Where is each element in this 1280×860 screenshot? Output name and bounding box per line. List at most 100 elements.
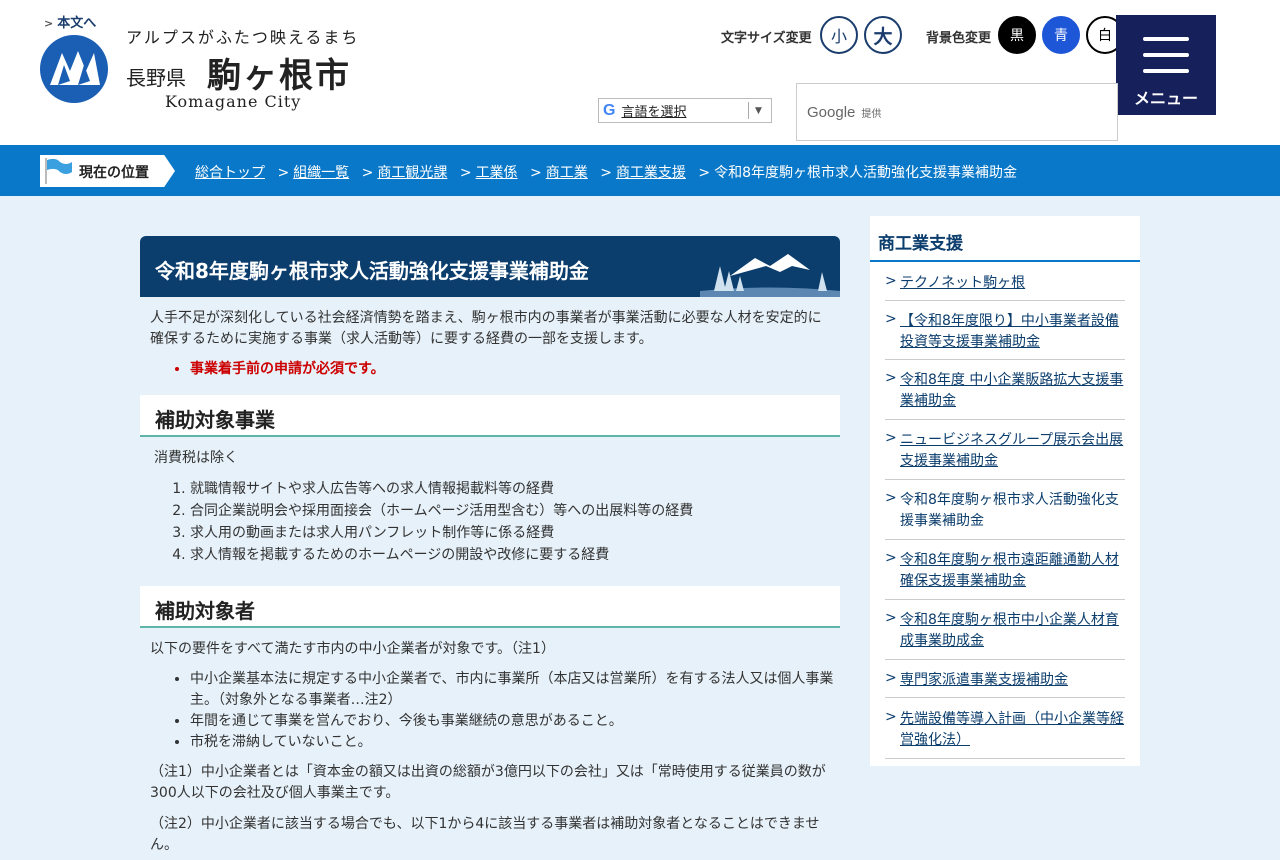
chevron-right-icon: > bbox=[885, 311, 897, 327]
section-heading-text: 補助対象者 bbox=[155, 599, 255, 623]
skip-to-content-link[interactable]: > 本文へ bbox=[44, 12, 96, 31]
site-header: > 本文へ アルプスがふたつ映えるまち 長野県 駒ヶ根市 Komagane Cit… bbox=[0, 0, 1280, 145]
sidebar-item: > 令和8年度駒ヶ根市中小企業人材育成事業助成金 bbox=[885, 600, 1125, 660]
chevron-right-icon: > bbox=[885, 550, 897, 566]
breadcrumb-separator-icon: > bbox=[600, 165, 612, 181]
chevron-right-icon: > bbox=[885, 670, 897, 686]
notice-item: 事業着手前の申請が必須です。 bbox=[190, 359, 840, 380]
hamburger-icon-bar bbox=[1143, 53, 1189, 57]
city-name[interactable]: 駒ヶ根市 bbox=[207, 48, 351, 97]
sidebar-link[interactable]: 専門家派遣事業支援補助金 bbox=[900, 670, 1125, 691]
chevron-right-icon: > bbox=[885, 610, 897, 626]
sidebar-link[interactable]: 先端設備等導入計画（中小企業等経営強化法） bbox=[900, 709, 1125, 751]
city-name-en: Komagane City bbox=[165, 92, 302, 111]
google-translate-icon: G bbox=[603, 101, 616, 119]
chevron-right-icon: > bbox=[44, 17, 54, 30]
breadcrumb-separator-icon: > bbox=[698, 165, 711, 181]
breadcrumb-link[interactable]: 総合トップ bbox=[195, 165, 265, 181]
chevron-right-icon: > bbox=[885, 430, 897, 446]
sidebar-title-text: 商工業支援 bbox=[878, 234, 963, 254]
sidebar-link[interactable]: 令和8年度駒ヶ根市遠距離通勤人材確保支援事業補助金 bbox=[900, 550, 1125, 592]
dropdown-arrow-icon: ▼ bbox=[748, 102, 768, 119]
breadcrumb-link[interactable]: 商工業支援 bbox=[616, 165, 686, 181]
sidebar-title: 商工業支援 bbox=[870, 216, 1140, 262]
bg-black-button[interactable]: 黒 bbox=[998, 16, 1036, 54]
sidebar-list: > テクノネット駒ヶ根 > 【令和8年度限り】中小事業者設備投資等支援事業補助金 >… bbox=[885, 262, 1125, 759]
font-large-button[interactable]: 大 bbox=[864, 16, 902, 54]
language-select[interactable]: G 言語を選択 ▼ bbox=[598, 98, 772, 123]
note-2: （注2）中小企業者に該当する場合でも、以下1から4に該当する事業者は補助対象者と… bbox=[150, 816, 820, 853]
hamburger-icon bbox=[1143, 37, 1189, 41]
chevron-right-icon: > bbox=[885, 273, 897, 289]
chevron-right-icon: > bbox=[885, 490, 897, 506]
sidebar-item: > 先端設備等導入計画（中小企業等経営強化法） bbox=[885, 698, 1125, 759]
prefecture-name: 長野県 bbox=[126, 66, 186, 90]
sidebar-item: > 専門家派遣事業支援補助金 bbox=[885, 660, 1125, 698]
sidebar-link-current[interactable]: 令和8年度駒ヶ根市求人活動強化支援事業補助金 bbox=[900, 490, 1125, 532]
breadcrumb-link[interactable]: 商工業 bbox=[546, 165, 588, 181]
breadcrumb-link[interactable]: 工業係 bbox=[476, 165, 518, 181]
breadcrumb-separator-icon: > bbox=[361, 165, 374, 181]
sidebar-item: > 令和8年度駒ヶ根市求人活動強化支援事業補助金 bbox=[885, 480, 1125, 540]
breadcrumb-separator-icon: > bbox=[459, 165, 472, 181]
sidebar-item: > 令和8年度 中小企業販路拡大支援事業補助金 bbox=[885, 360, 1125, 420]
notice-list: 事業着手前の申請が必須です。 bbox=[190, 359, 840, 380]
chevron-right-icon: > bbox=[885, 709, 897, 725]
sidebar-link[interactable]: 令和8年度駒ヶ根市中小企業人材育成事業助成金 bbox=[900, 610, 1125, 652]
site-search-input[interactable]: Google 提供 bbox=[796, 83, 1118, 141]
sidebar: 商工業支援 > テクノネット駒ヶ根 > 【令和8年度限り】中小事業者設備投資等支援事… bbox=[870, 216, 1140, 766]
bg-blue-button[interactable]: 青 bbox=[1042, 16, 1080, 54]
breadcrumb-current: 令和8年度駒ヶ根市求人活動強化支援事業補助金 bbox=[714, 165, 1018, 181]
list-item: 中小企業基本法に規定する中小企業者で、市内に事業所（本店又は営業所）を有する法人… bbox=[190, 669, 840, 711]
section-heading-text: 補助対象事業 bbox=[155, 408, 275, 432]
chevron-right-icon: > bbox=[885, 370, 897, 386]
sidebar-item: > ニュービジネスグループ展示会出展支援事業補助金 bbox=[885, 420, 1125, 480]
eligibility-intro: 以下の要件をすべて満たす市内の中小企業者が対象です。（注1） bbox=[150, 641, 555, 657]
sidebar-link[interactable]: 令和8年度 中小企業販路拡大支援事業補助金 bbox=[900, 370, 1125, 412]
list-item: 求人情報を掲載するためのホームページの開設や改修に要する経費 bbox=[190, 544, 840, 566]
page-title-banner: 令和8年度駒ヶ根市求人活動強化支援事業補助金 bbox=[140, 236, 840, 297]
flag-icon bbox=[45, 158, 72, 184]
language-select-label: 言語を選択 bbox=[621, 105, 687, 120]
hamburger-icon-bar bbox=[1143, 69, 1189, 73]
intro-paragraph: 人手不足が深刻化している社会経済情勢を踏まえ、駒ヶ根市内の事業者が事業活動に必要… bbox=[150, 310, 822, 347]
sidebar-link[interactable]: テクノネット駒ヶ根 bbox=[900, 273, 1125, 294]
skip-link-label: 本文へ bbox=[57, 16, 97, 31]
sidebar-item: > 令和8年度駒ヶ根市遠距離通勤人材確保支援事業補助金 bbox=[885, 540, 1125, 600]
tax-note: 消費税は除く bbox=[154, 450, 238, 466]
sidebar-item: > 【令和8年度限り】中小事業者設備投資等支援事業補助金 bbox=[885, 301, 1125, 360]
page-title: 令和8年度駒ヶ根市求人活動強化支援事業補助金 bbox=[155, 259, 589, 283]
breadcrumb-separator-icon: > bbox=[530, 165, 542, 181]
site-tagline: アルプスがふたつ映えるまち bbox=[126, 28, 360, 47]
breadcrumb-separator-icon: > bbox=[277, 165, 290, 181]
main-content: 令和8年度駒ヶ根市求人活動強化支援事業補助金 人手不足が深刻化している社会経済情… bbox=[140, 236, 840, 856]
font-size-label: 文字サイズ変更 bbox=[721, 31, 812, 46]
breadcrumb-link[interactable]: 商工観光課 bbox=[377, 165, 447, 181]
note-1: （注1）中小企業者とは「資本金の額又は出資の総額が3億円以下の会社」又は「常時使… bbox=[150, 764, 826, 801]
search-provided-label: 提供 bbox=[861, 108, 882, 120]
sidebar-item: > テクノネット駒ヶ根 bbox=[885, 262, 1125, 301]
breadcrumb-trail: 総合トップ > 組織一覧 > 商工観光課 > 工業係 > 商工業 > 商工業支援 > 令和8… bbox=[195, 162, 1017, 182]
breadcrumb-link[interactable]: 組織一覧 bbox=[293, 165, 349, 181]
menu-button[interactable]: メニュー bbox=[1116, 15, 1216, 115]
list-item: 年間を通じて事業を営んでおり、今後も事業継続の意思があること。 bbox=[190, 711, 840, 732]
menu-label: メニュー bbox=[1133, 89, 1198, 108]
eligibility-list: 中小企業基本法に規定する中小企業者で、市内に事業所（本店又は営業所）を有する法人… bbox=[190, 669, 840, 753]
breadcrumb: 現在の位置 総合トップ > 組織一覧 > 商工観光課 > 工業係 > 商工業 > 商工業支… bbox=[0, 145, 1280, 196]
breadcrumb-label: 現在の位置 bbox=[79, 165, 149, 181]
mountain-decoration-icon bbox=[700, 254, 840, 297]
breadcrumb-current-position-tab: 現在の位置 bbox=[40, 155, 175, 187]
list-item: 市税を滞納していないこと。 bbox=[190, 732, 840, 753]
city-emblem-icon[interactable] bbox=[40, 35, 108, 103]
list-item: 就職情報サイトや求人広告等への求人情報掲載料等の経費 bbox=[190, 478, 840, 500]
google-logo: Google bbox=[807, 103, 856, 121]
sidebar-link[interactable]: ニュービジネスグループ展示会出展支援事業補助金 bbox=[900, 430, 1125, 472]
background-color-label: 背景色変更 bbox=[926, 31, 992, 46]
list-item: 求人用の動画または求人用パンフレット制作等に係る経費 bbox=[190, 522, 840, 544]
sidebar-link[interactable]: 【令和8年度限り】中小事業者設備投資等支援事業補助金 bbox=[900, 311, 1125, 353]
section-heading: 補助対象事業 bbox=[140, 395, 840, 437]
section-heading: 補助対象者 bbox=[140, 586, 840, 628]
font-small-button[interactable]: 小 bbox=[820, 16, 858, 54]
eligible-projects-list: 就職情報サイトや求人広告等への求人情報掲載料等の経費 合同企業説明会や採用面接会… bbox=[190, 478, 840, 566]
list-item: 合同企業説明会や採用面接会（ホームページ活用型含む）等への出展料等の経費 bbox=[190, 500, 840, 522]
